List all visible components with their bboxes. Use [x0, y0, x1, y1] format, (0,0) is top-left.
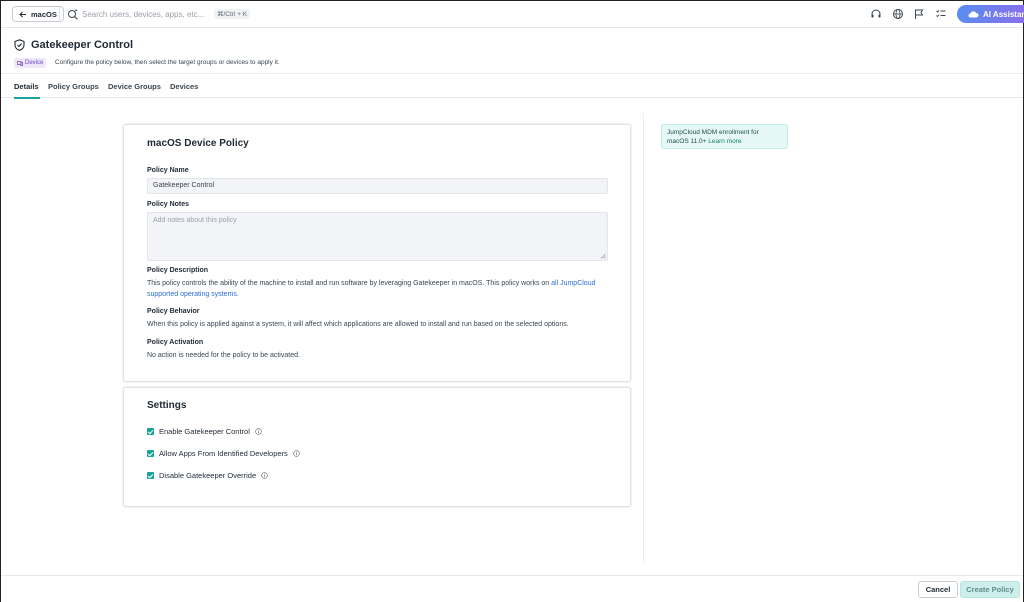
cloud-sparkle-icon	[968, 11, 979, 18]
policy-name-input[interactable]: Gatekeeper Control	[147, 178, 608, 194]
enable-gatekeeper-label: Enable Gatekeeper Control	[159, 427, 250, 436]
tab-details[interactable]: Details	[14, 82, 39, 91]
policy-behavior-label: Policy Behavior	[147, 308, 200, 315]
tab-policy-groups[interactable]: Policy Groups	[48, 82, 99, 91]
device-badge: Device	[14, 58, 47, 68]
device-badge-label: Device	[25, 60, 44, 66]
checklist-icon[interactable]	[935, 8, 947, 20]
active-tab-indicator	[14, 97, 40, 99]
policy-description-label: Policy Description	[147, 267, 209, 274]
create-policy-button[interactable]: Create Policy	[960, 581, 1020, 598]
resize-grip-icon[interactable]	[600, 253, 606, 259]
flag-icon[interactable]	[913, 8, 925, 20]
policy-description-text: This policy controls the ability of the …	[147, 278, 617, 300]
globe-icon[interactable]	[892, 8, 904, 20]
policy-description-body: This policy controls the ability of the …	[147, 280, 552, 287]
policy-behavior-text: When this policy is applied against a sy…	[147, 321, 569, 328]
disable-gatekeeper-override-option: Disable Gatekeeper Override	[147, 471, 268, 480]
policy-card-title: macOS Device Policy	[147, 138, 249, 149]
cancel-button[interactable]: Cancel	[918, 581, 958, 598]
mdm-enrollment-notice: JumpCloud MDM enrollment for macOS 11.0+…	[661, 124, 788, 149]
tab-devices[interactable]: Devices	[170, 82, 198, 91]
arrow-left-icon	[19, 11, 26, 17]
footer-bar: Cancel Create Policy	[1, 575, 1023, 602]
info-icon[interactable]	[293, 450, 300, 457]
settings-card-title: Settings	[147, 400, 187, 411]
learn-more-link[interactable]: Learn more	[708, 138, 741, 145]
back-button-label: macOS	[31, 9, 57, 19]
info-icon[interactable]	[261, 472, 268, 479]
allow-identified-developers-label: Allow Apps From Identified Developers	[159, 449, 288, 458]
global-search-input[interactable]	[82, 7, 212, 22]
tab-device-groups[interactable]: Device Groups	[108, 82, 161, 91]
allow-identified-developers-checkbox[interactable]	[147, 450, 154, 457]
page-header: Gatekeeper Control	[14, 39, 133, 51]
top-bar: macOS ⌘/Ctrl + K AI Assistant	[1, 1, 1024, 28]
policy-activation-text: No action is needed for the policy to be…	[147, 352, 300, 359]
ai-assistant-label: AI Assistant	[983, 9, 1024, 19]
policy-activation-label: Policy Activation	[147, 339, 204, 346]
enable-gatekeeper-checkbox[interactable]	[147, 428, 154, 435]
page-subtitle: Configure the policy below, then select …	[55, 59, 280, 66]
policy-details-card: macOS Device Policy Policy Name Gatekeep…	[123, 124, 631, 382]
disable-gatekeeper-override-label: Disable Gatekeeper Override	[159, 471, 257, 480]
right-column-divider	[643, 113, 644, 563]
topbar-divider	[59, 7, 60, 22]
policy-notes-textarea[interactable]: Add notes about this policy	[147, 212, 608, 261]
policy-notes-placeholder: Add notes about this policy	[153, 217, 237, 224]
info-icon[interactable]	[255, 428, 262, 435]
policy-notes-label: Policy Notes	[147, 201, 190, 208]
settings-card: Settings Enable Gatekeeper Control Allow…	[123, 387, 631, 507]
policy-name-label: Policy Name	[147, 167, 189, 174]
tab-bar: Details Policy Groups Device Groups Devi…	[1, 73, 1023, 99]
shield-check-icon	[14, 39, 25, 51]
enable-gatekeeper-option: Enable Gatekeeper Control	[147, 427, 262, 436]
headset-icon[interactable]	[870, 8, 882, 20]
search-shortcut-hint: ⌘/Ctrl + K	[214, 9, 251, 19]
ai-assistant-button[interactable]: AI Assistant	[957, 5, 1024, 23]
back-to-macos-button[interactable]: macOS	[12, 6, 64, 22]
page-title: Gatekeeper Control	[31, 39, 134, 51]
disable-gatekeeper-override-checkbox[interactable]	[147, 472, 154, 479]
devices-icon	[17, 60, 23, 66]
search-sparkle-icon	[68, 8, 78, 20]
allow-identified-developers-option: Allow Apps From Identified Developers	[147, 449, 300, 458]
